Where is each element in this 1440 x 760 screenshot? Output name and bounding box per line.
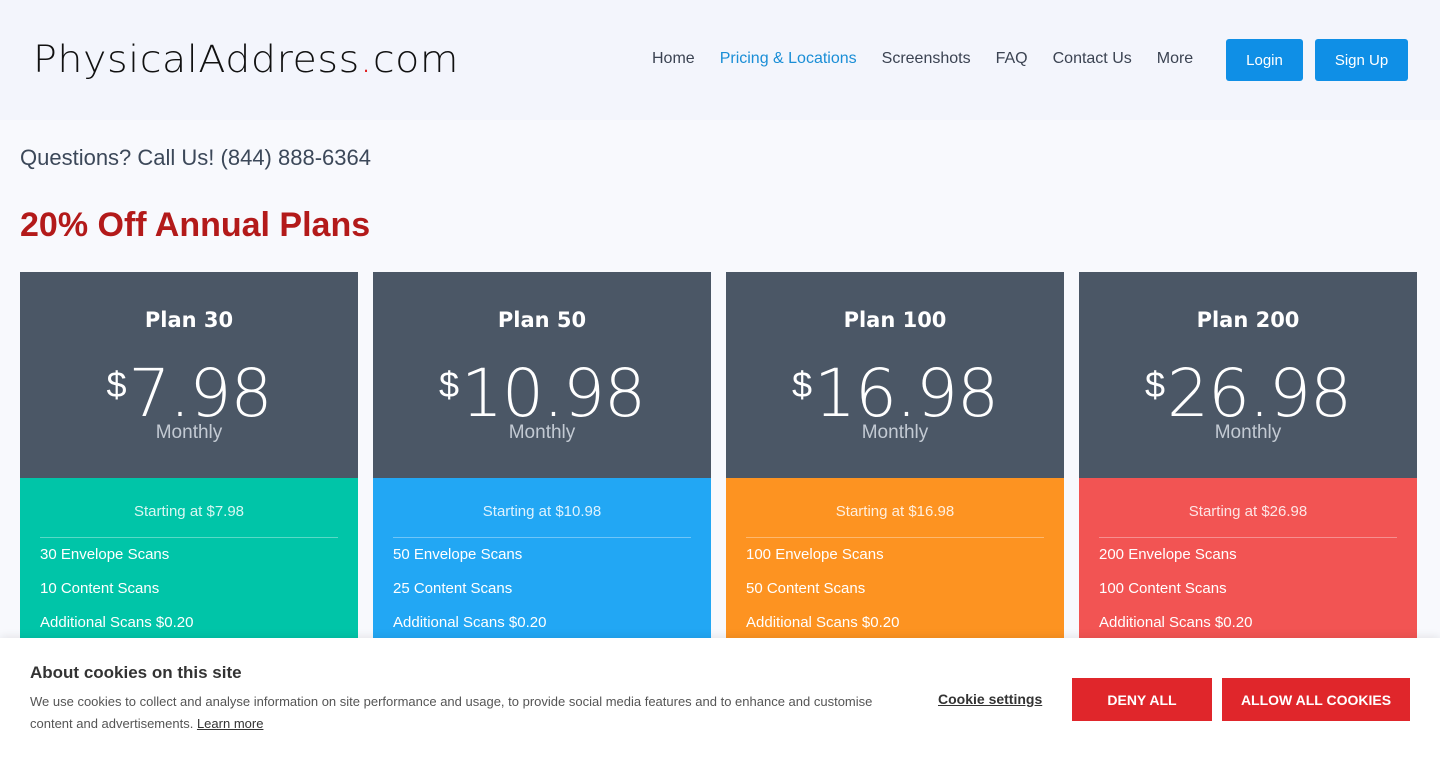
- pricing-plans: Plan 30 $ 7.98 Monthly Starting at $7.98…: [20, 272, 1432, 698]
- cookie-description: We use cookies to collect and analyse in…: [30, 691, 890, 735]
- nav-screenshots[interactable]: Screenshots: [882, 50, 971, 68]
- starting-price: Starting at $16.98: [746, 478, 1044, 538]
- feature-item: 200 Envelope Scans: [1099, 546, 1237, 563]
- feature-item: 50 Envelope Scans: [393, 546, 523, 563]
- currency-symbol: $: [106, 364, 127, 405]
- nav-home[interactable]: Home: [652, 50, 695, 68]
- allow-all-cookies-button[interactable]: ALLOW ALL COOKIES: [1222, 678, 1410, 721]
- plan-card-200[interactable]: Plan 200 $ 26.98 Monthly Starting at $26…: [1079, 272, 1417, 698]
- feature-item: Additional Scans $0.20: [1099, 614, 1253, 631]
- plan-name: Plan 200: [1196, 308, 1300, 332]
- plan-card-30[interactable]: Plan 30 $ 7.98 Monthly Starting at $7.98…: [20, 272, 358, 698]
- feature-item: 25 Content Scans: [393, 580, 513, 597]
- billing-period: Monthly: [155, 422, 223, 443]
- feature-item: Additional Scans $0.20: [746, 614, 900, 631]
- currency-symbol: $: [792, 364, 813, 405]
- plan-header: Plan 30 $ 7.98 Monthly: [20, 272, 358, 478]
- currency-symbol: $: [1145, 364, 1166, 405]
- deny-all-button[interactable]: DENY ALL: [1072, 678, 1212, 721]
- plan-name: Plan 30: [144, 308, 234, 332]
- cookie-title: About cookies on this site: [30, 663, 242, 682]
- starting-price: Starting at $10.98: [393, 478, 691, 538]
- feature-item: 100 Envelope Scans: [746, 546, 884, 563]
- cookie-banner: About cookies on this site We use cookie…: [0, 638, 1440, 760]
- nav-more[interactable]: More: [1157, 50, 1193, 68]
- promo-heading: 20% Off Annual Plans: [20, 206, 371, 244]
- feature-item: 10 Content Scans: [40, 580, 160, 597]
- cookie-text: We use cookies to collect and analyse in…: [30, 694, 873, 731]
- main-nav: Home Pricing & Locations Screenshots FAQ…: [652, 50, 1218, 68]
- signup-button[interactable]: Sign Up: [1315, 39, 1408, 81]
- feature-item: 100 Content Scans: [1099, 580, 1227, 597]
- plan-header: Plan 50 $ 10.98 Monthly: [373, 272, 711, 478]
- billing-period: Monthly: [861, 422, 929, 443]
- feature-item: Additional Scans $0.20: [393, 614, 547, 631]
- feature-item: 50 Content Scans: [746, 580, 866, 597]
- feature-item: Additional Scans $0.20: [40, 614, 194, 631]
- plan-card-50[interactable]: Plan 50 $ 10.98 Monthly Starting at $10.…: [373, 272, 711, 698]
- site-logo[interactable]: PhysicalAddress.com: [33, 38, 459, 81]
- currency-symbol: $: [439, 364, 460, 405]
- login-button[interactable]: Login: [1226, 39, 1303, 81]
- plan-header: Plan 100 $ 16.98 Monthly: [726, 272, 1064, 478]
- plan-name: Plan 50: [497, 308, 587, 332]
- plan-name: Plan 100: [843, 308, 947, 332]
- plan-header: Plan 200 $ 26.98 Monthly: [1079, 272, 1417, 478]
- starting-price: Starting at $26.98: [1099, 478, 1397, 538]
- plan-card-100[interactable]: Plan 100 $ 16.98 Monthly Starting at $16…: [726, 272, 1064, 698]
- site-header: PhysicalAddress.com Home Pricing & Locat…: [0, 0, 1440, 120]
- nav-contact-us[interactable]: Contact Us: [1053, 50, 1132, 68]
- billing-period: Monthly: [508, 422, 576, 443]
- feature-item: 30 Envelope Scans: [40, 546, 170, 563]
- learn-more-link[interactable]: Learn more: [197, 716, 263, 731]
- starting-price: Starting at $7.98: [40, 478, 338, 538]
- nav-pricing-locations[interactable]: Pricing & Locations: [720, 50, 857, 68]
- billing-period: Monthly: [1214, 422, 1282, 443]
- cookie-settings-link[interactable]: Cookie settings: [938, 691, 1042, 707]
- nav-faq[interactable]: FAQ: [996, 50, 1028, 68]
- phone-callout: Questions? Call Us! (844) 888-6364: [20, 145, 371, 170]
